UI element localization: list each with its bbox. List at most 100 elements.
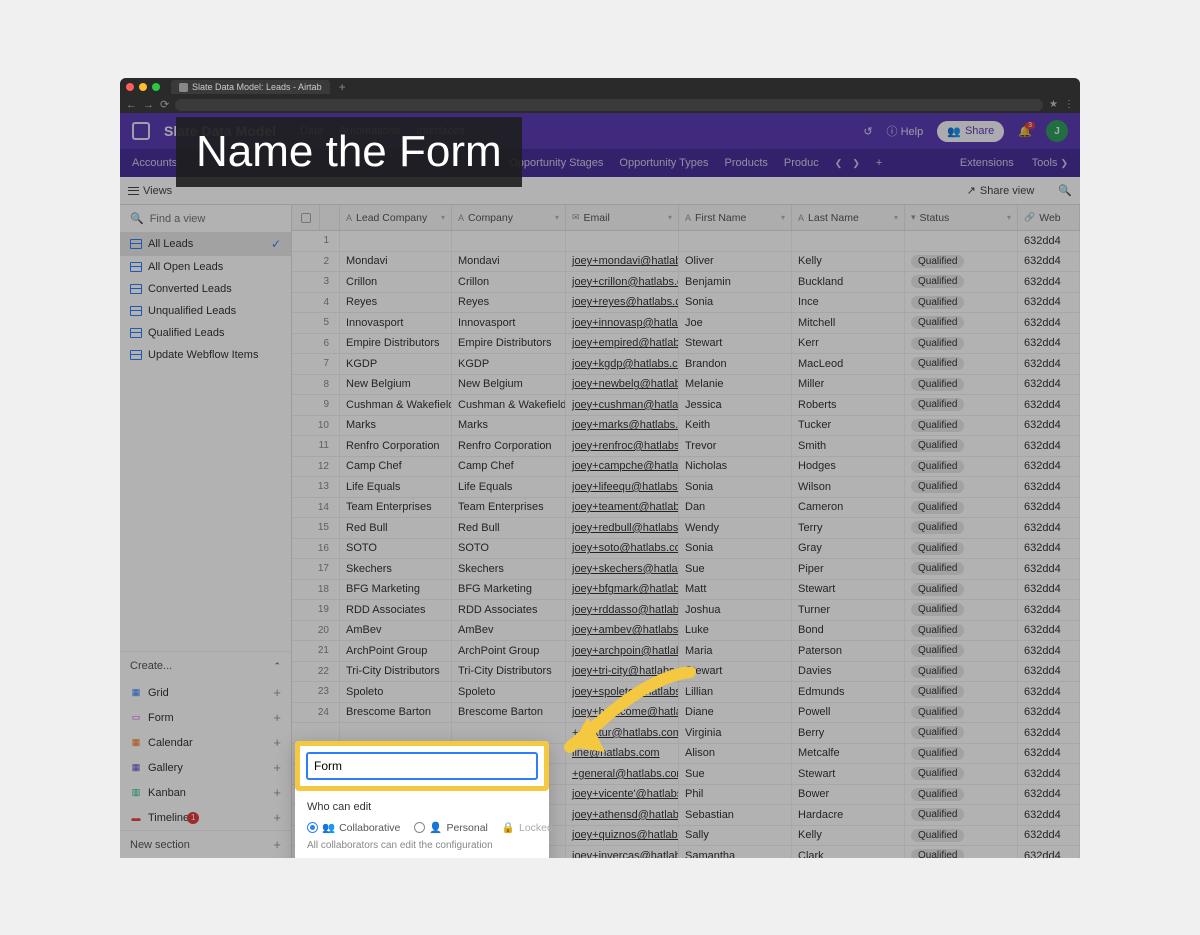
cell-email[interactable]: joey+teament@hatlabs.c... [566,498,679,518]
col-company[interactable]: ACompany▾ [452,205,566,230]
table-row[interactable]: 14 Team Enterprises Team Enterprises joe… [292,498,1080,519]
cell-fname[interactable]: Benjamin [679,272,792,292]
user-avatar[interactable]: J [1046,120,1068,142]
cell-fname[interactable]: Stewart [679,662,792,682]
table-row[interactable]: 23 Spoleto Spoleto joey+spoleto@hatlabs.… [292,682,1080,703]
cell-email[interactable] [566,231,679,251]
cell-lead[interactable]: Innovasport [340,313,452,333]
table-tab-opp-stages[interactable]: Opportunity Stages [509,157,603,169]
table-scroll-controls[interactable]: ❮❯ [835,158,860,169]
cell-company[interactable]: Empire Distributors [452,334,566,354]
views-button[interactable]: Views [128,185,172,197]
table-row[interactable]: 6 Empire Distributors Empire Distributor… [292,334,1080,355]
cell-lname[interactable]: Bond [792,621,905,641]
cell-email[interactable]: joey+spoleto@hatlabs.com [566,682,679,702]
cell-lname[interactable]: Kelly [792,826,905,846]
cell-status[interactable]: Qualified [905,785,1018,805]
table-row[interactable]: 9 Cushman & Wakefield Cushman & Wakefiel… [292,395,1080,416]
cell-company[interactable]: Renfro Corporation [452,436,566,456]
col-first-name[interactable]: AFirst Name▾ [679,205,792,230]
cell-lname[interactable]: Wilson [792,477,905,497]
cell-status[interactable]: Qualified [905,498,1018,518]
cell-status[interactable]: Qualified [905,621,1018,641]
cell-company[interactable]: RDD Associates [452,600,566,620]
cell-lname[interactable]: Piper [792,559,905,579]
col-last-name[interactable]: ALast Name▾ [792,205,905,230]
menu-icon[interactable]: ⋮ [1064,99,1074,110]
table-tab-products[interactable]: Products [725,157,768,169]
cell-status[interactable]: Qualified [905,744,1018,764]
table-row[interactable]: 20 AmBev AmBev joey+ambev@hatlabs.com Lu… [292,621,1080,642]
notifications-button[interactable]: 🔔 3 [1018,125,1032,138]
cell-web[interactable]: 632dd4 [1018,580,1080,600]
cell-fname[interactable]: Dan [679,498,792,518]
cell-email[interactable]: joey+brescome@hatlat... [566,703,679,723]
cell-lead[interactable]: Mondavi [340,252,452,272]
cell-web[interactable]: 632dd4 [1018,313,1080,333]
table-tab-produc[interactable]: Produc [784,157,819,169]
cell-lead[interactable]: Renfro Corporation [340,436,452,456]
cell-fname[interactable]: Samantha [679,846,792,858]
cell-fname[interactable]: Virginia [679,723,792,743]
app-logo-icon[interactable] [132,122,150,140]
view-item[interactable]: All Leads✓ [120,232,291,256]
cell-company[interactable]: Spoleto [452,682,566,702]
cell-lname[interactable]: Clark [792,846,905,858]
cell-fname[interactable]: Nicholas [679,457,792,477]
radio-personal[interactable]: 👤 Personal [414,821,488,834]
cell-web[interactable]: 632dd4 [1018,416,1080,436]
table-row[interactable]: 1 632dd4 [292,231,1080,252]
cell-lname[interactable]: Metcalfe [792,744,905,764]
maximize-window-icon[interactable] [152,83,160,91]
close-window-icon[interactable] [126,83,134,91]
cell-email[interactable]: joey+renfroc@hatlabs.com [566,436,679,456]
cell-fname[interactable]: Joshua [679,600,792,620]
minimize-window-icon[interactable] [139,83,147,91]
cell-lname[interactable]: Hardacre [792,805,905,825]
cell-fname[interactable]: Matt [679,580,792,600]
cell-fname[interactable]: Jessica [679,395,792,415]
cell-company[interactable]: New Belgium [452,375,566,395]
cell-status[interactable]: Qualified [905,416,1018,436]
cell-email[interactable]: joey+mondavi@hatlabs.c... [566,252,679,272]
new-tab-button[interactable]: + [339,80,346,94]
cell-lname[interactable] [792,231,905,251]
create-gallery[interactable]: ▦Gallery+ [120,755,291,780]
cell-status[interactable]: Qualified [905,457,1018,477]
cell-lname[interactable]: Gray [792,539,905,559]
cell-web[interactable]: 632dd4 [1018,805,1080,825]
table-row[interactable]: 4 Reyes Reyes joey+reyes@hatlabs.com Son… [292,293,1080,314]
cell-email[interactable]: +ajaxtur@hatlabs.com [566,723,679,743]
select-all-checkbox[interactable] [292,205,320,230]
cell-web[interactable]: 632dd4 [1018,395,1080,415]
cell-email[interactable]: joev+invercas@hatlabs.c [566,846,679,858]
cell-web[interactable]: 632dd4 [1018,846,1080,858]
cell-lname[interactable]: Paterson [792,641,905,661]
cell-company[interactable]: AmBev [452,621,566,641]
cell-company[interactable]: Skechers [452,559,566,579]
cell-fname[interactable]: Luke [679,621,792,641]
cell-web[interactable]: 632dd4 [1018,723,1080,743]
cell-web[interactable]: 632dd4 [1018,559,1080,579]
cell-status[interactable]: Qualified [905,826,1018,846]
cell-lead[interactable]: AmBev [340,621,452,641]
cell-lname[interactable]: Tucker [792,416,905,436]
col-status[interactable]: ▾Status▾ [905,205,1018,230]
cell-email[interactable]: joey+crillon@hatlabs.com [566,272,679,292]
cell-web[interactable]: 632dd4 [1018,662,1080,682]
cell-lname[interactable]: Smith [792,436,905,456]
cell-email[interactable]: joey+newbelg@hatlabs.c... [566,375,679,395]
back-button[interactable]: ← [126,99,137,111]
cell-web[interactable]: 632dd4 [1018,621,1080,641]
cell-company[interactable]: Innovasport [452,313,566,333]
cell-status[interactable]: Qualified [905,662,1018,682]
cell-email[interactable]: joey+lifeequ@hatlabs.com [566,477,679,497]
cell-fname[interactable]: Diane [679,703,792,723]
cell-email[interactable]: joey+bfgmark@hatlabs.c... [566,580,679,600]
cell-lname[interactable]: Buckland [792,272,905,292]
view-item[interactable]: Unqualified Leads [120,300,291,322]
cell-status[interactable]: Qualified [905,436,1018,456]
browser-extensions[interactable]: ★ ⋮ [1049,99,1074,110]
cell-fname[interactable]: Lillian [679,682,792,702]
create-kanban[interactable]: ▥Kanban+ [120,780,291,805]
